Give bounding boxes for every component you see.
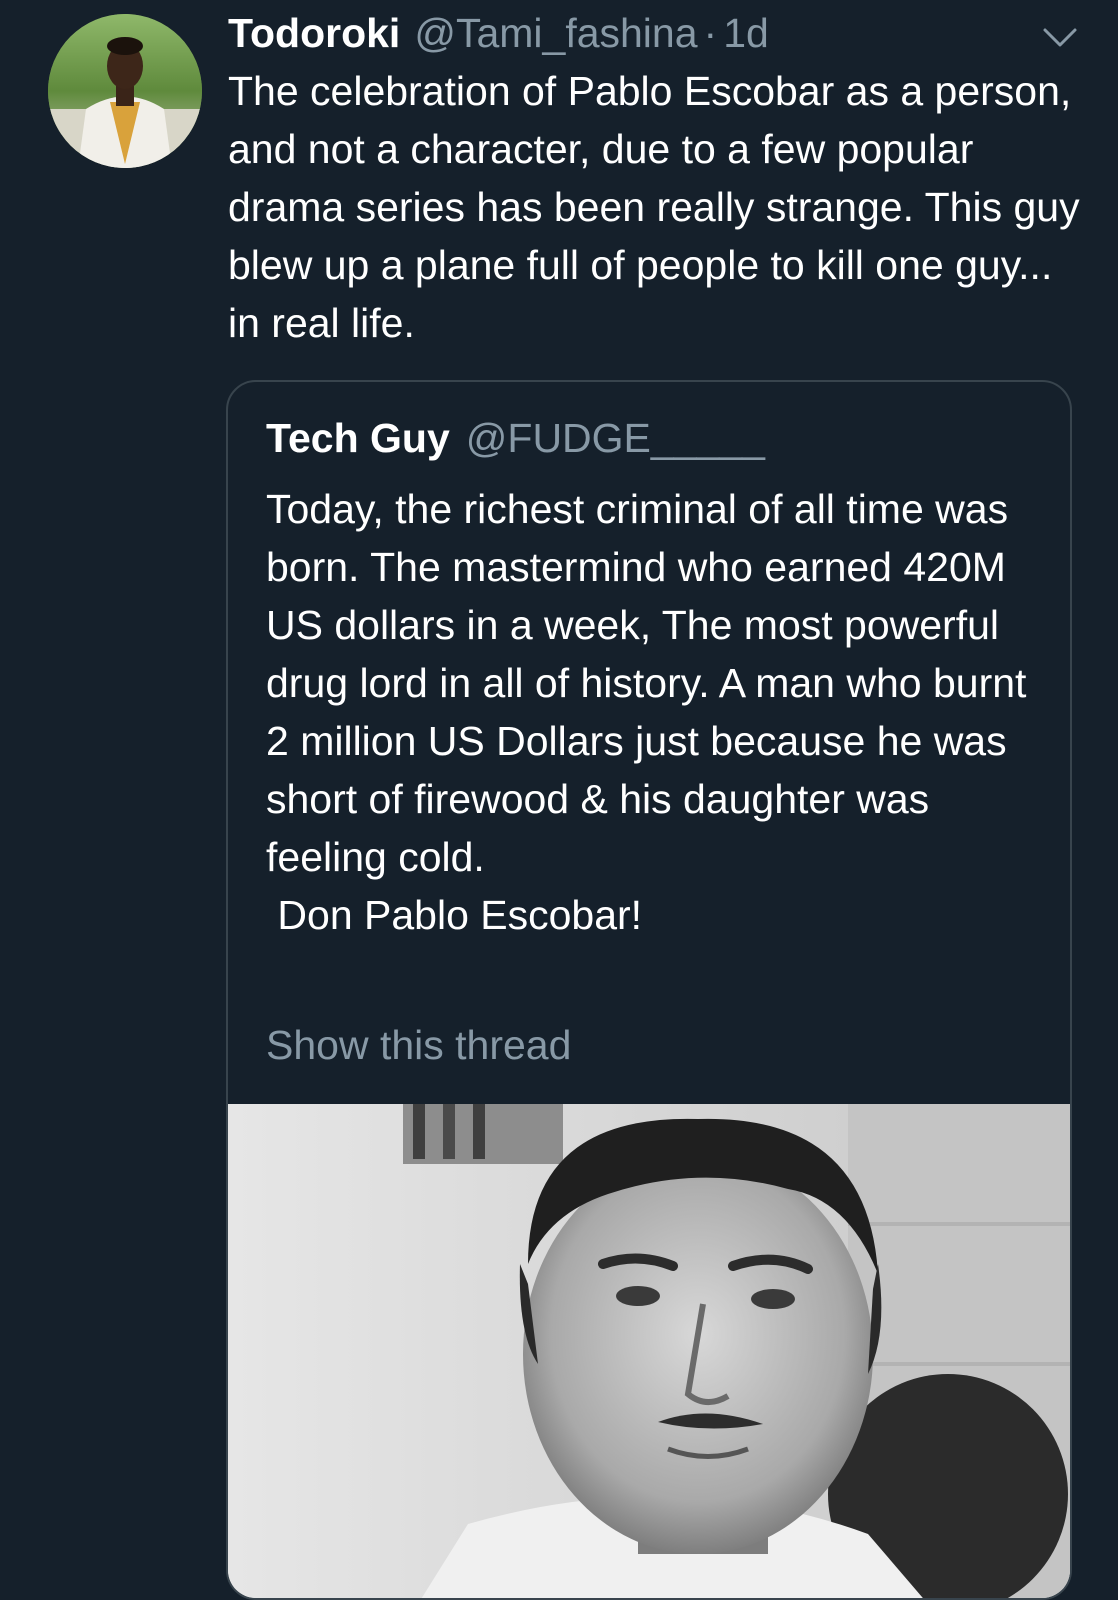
quoted-tweet-card[interactable]: Tech Guy @FUDGE_____ Today, the richest … [226, 380, 1072, 1600]
show-thread-link[interactable]: Show this thread [266, 1016, 571, 1074]
quoted-user-handle: @FUDGE_____ [465, 415, 765, 461]
quoted-display-name: Tech Guy [266, 415, 450, 461]
quoted-tweet-text: Today, the richest criminal of all time … [266, 486, 1027, 938]
tweet[interactable]: Todoroki @Tami_fashina · 1d The celebrat… [0, 0, 1118, 1600]
user-avatar[interactable] [48, 14, 202, 168]
chevron-down-icon[interactable] [1040, 22, 1080, 52]
quoted-tweet-image[interactable] [228, 1104, 1070, 1598]
display-name[interactable]: Todoroki [228, 8, 400, 58]
user-handle[interactable]: @Tami_fashina [414, 8, 697, 58]
timestamp[interactable]: 1d [723, 8, 769, 58]
tweet-text: The celebration of Pablo Escobar as a pe… [228, 68, 1080, 346]
separator-dot: · [703, 10, 718, 56]
quoted-tweet-header: Tech Guy @FUDGE_____ [266, 410, 765, 466]
tweet-header: Todoroki @Tami_fashina · 1d [228, 8, 769, 58]
